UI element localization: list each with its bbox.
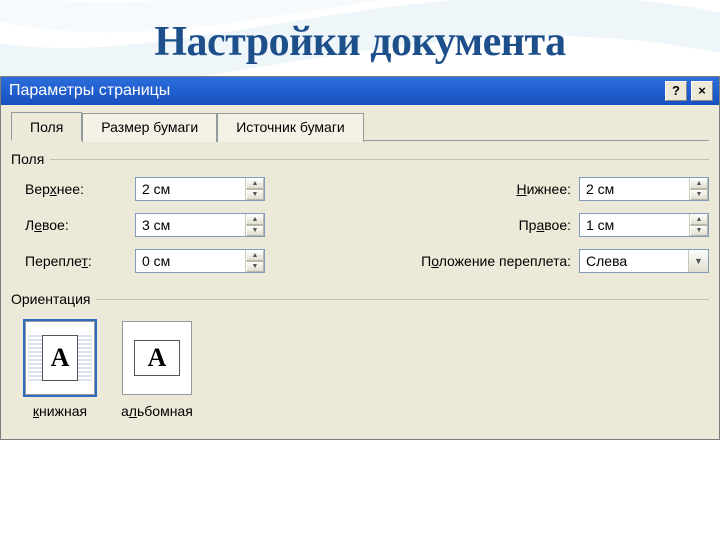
margins-group-label: Поля: [11, 151, 709, 167]
tab-paper-size[interactable]: Размер бумаги: [82, 113, 217, 142]
orientation-portrait-option[interactable]: A книжная: [25, 321, 95, 419]
spin-down-icon[interactable]: ▼: [690, 189, 708, 200]
help-button[interactable]: ?: [665, 81, 687, 101]
label-left-margin: Левое:: [25, 217, 135, 233]
spin-down-icon[interactable]: ▼: [246, 225, 264, 236]
spin-down-icon[interactable]: ▼: [246, 189, 264, 200]
close-button[interactable]: ×: [691, 81, 713, 101]
spin-up-icon[interactable]: ▲: [690, 178, 708, 189]
orientation-portrait-label: книжная: [33, 403, 87, 419]
combo-gutter-position[interactable]: Слева ▼: [579, 249, 709, 273]
spin-down-icon[interactable]: ▼: [246, 261, 264, 272]
spin-down-icon[interactable]: ▼: [690, 225, 708, 236]
orientation-group-label: Ориентация: [11, 291, 709, 307]
input-right-margin[interactable]: 1 см ▲ ▼: [579, 213, 709, 237]
tab-paper-source[interactable]: Источник бумаги: [217, 113, 364, 142]
landscape-thumb-icon: A: [122, 321, 192, 395]
input-top-margin[interactable]: 2 см ▲ ▼: [135, 177, 265, 201]
spin-up-icon[interactable]: ▲: [246, 178, 264, 189]
input-bottom-margin[interactable]: 2 см ▲ ▼: [579, 177, 709, 201]
spin-up-icon[interactable]: ▲: [246, 250, 264, 261]
portrait-thumb-icon: A: [25, 321, 95, 395]
spin-up-icon[interactable]: ▲: [690, 214, 708, 225]
dialog-title: Параметры страницы: [7, 82, 170, 100]
page-title: Настройки документа: [0, 0, 720, 76]
spin-up-icon[interactable]: ▲: [246, 214, 264, 225]
label-gutter: Переплет:: [25, 253, 135, 269]
label-right-margin: Правое:: [479, 217, 579, 233]
label-bottom-margin: Нижнее:: [479, 181, 579, 197]
label-gutter-position: Положение переплета:: [265, 253, 579, 269]
label-top-margin: Верхнее:: [25, 181, 135, 197]
page-setup-dialog: Параметры страницы ? × Поля Размер бумаг…: [0, 76, 720, 440]
tab-strip: Поля Размер бумаги Источник бумаги: [11, 111, 709, 141]
orientation-landscape-option[interactable]: A альбомная: [121, 321, 193, 419]
title-bar: Параметры страницы ? ×: [1, 77, 719, 105]
input-left-margin[interactable]: 3 см ▲ ▼: [135, 213, 265, 237]
input-gutter[interactable]: 0 см ▲ ▼: [135, 249, 265, 273]
tab-fields[interactable]: Поля: [11, 112, 82, 141]
chevron-down-icon[interactable]: ▼: [688, 250, 708, 272]
orientation-landscape-label: альбомная: [121, 403, 193, 419]
